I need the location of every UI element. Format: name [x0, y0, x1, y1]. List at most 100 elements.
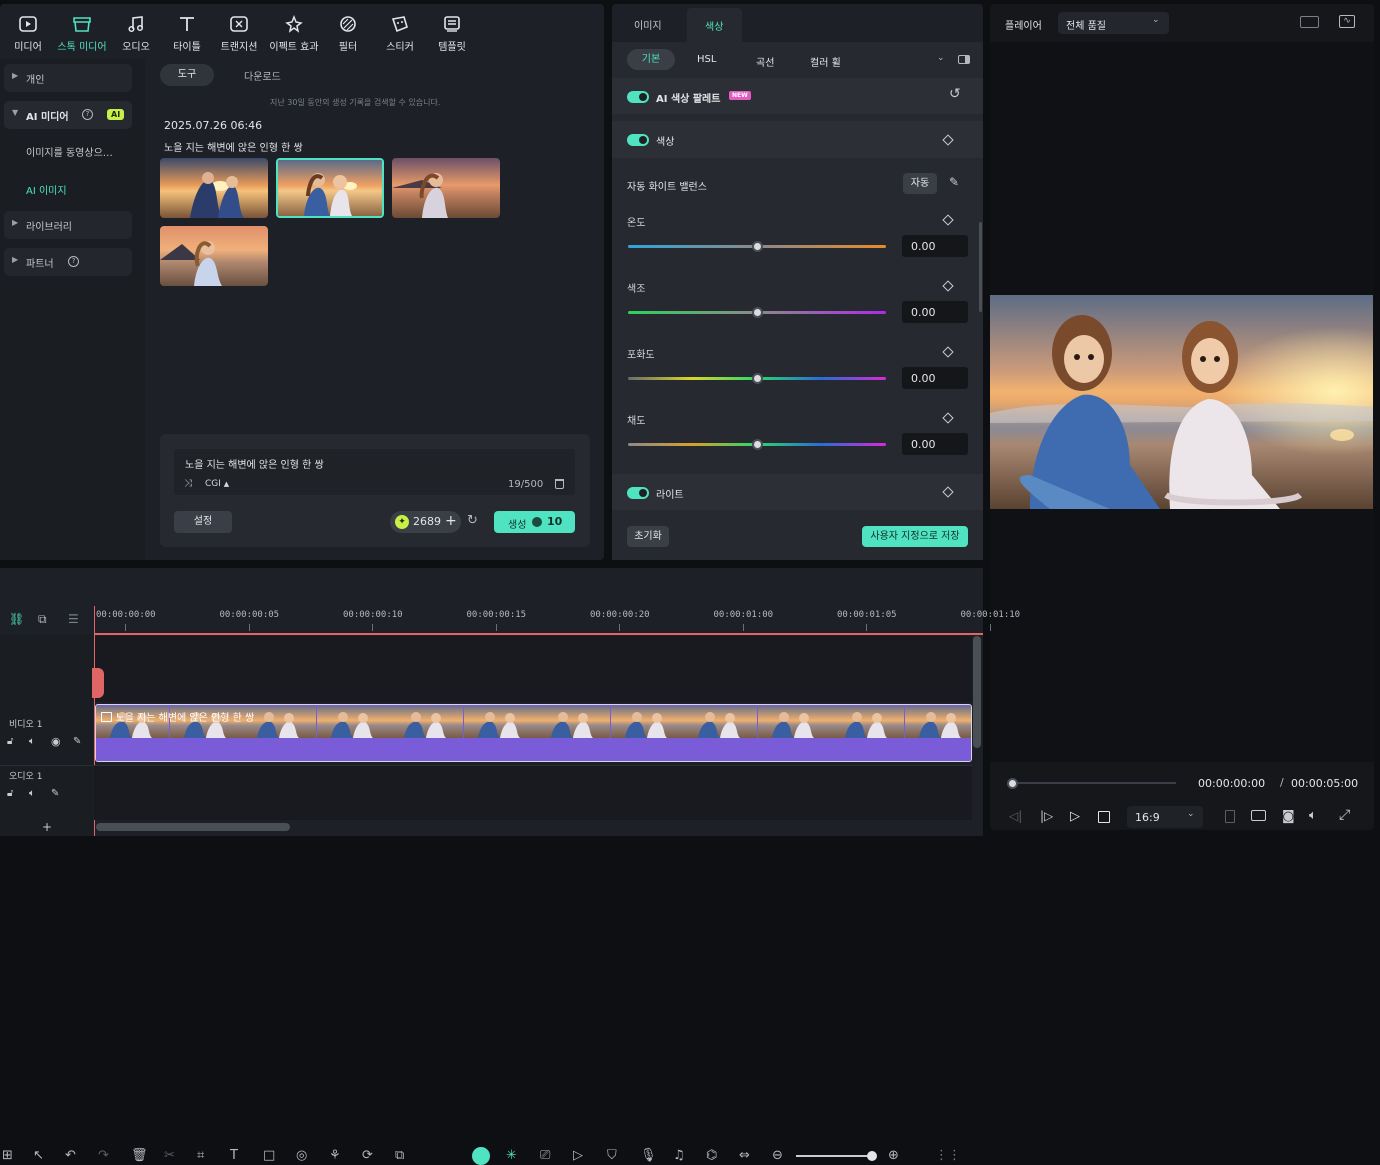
ai-palette-toggle[interactable] — [627, 91, 649, 103]
toolbar-media[interactable]: 미디어 — [2, 4, 54, 58]
settings-button[interactable]: 설정 — [174, 511, 232, 533]
light-toggle[interactable] — [627, 487, 649, 499]
marker-icon[interactable] — [1225, 810, 1235, 823]
tab-image[interactable]: 이미지 — [634, 17, 662, 32]
sidebar-item-partner[interactable]: ▶ 파트너? — [4, 248, 132, 276]
volume-icon[interactable]: 🔈︎ — [1309, 808, 1317, 823]
zoom-track[interactable] — [796, 1155, 876, 1157]
fullscreen-icon[interactable]: ⤢ — [1339, 807, 1350, 823]
auto-wb-button[interactable]: 자동 — [903, 173, 937, 194]
render-icon[interactable]: ▷ — [573, 1148, 583, 1163]
select-arrow-icon[interactable]: ↖ — [33, 1148, 44, 1163]
toolbar-filter[interactable]: 필터 — [322, 4, 374, 58]
adjust-value-input[interactable]: 0.00 — [902, 301, 968, 323]
snapshot-icon[interactable]: ◙ — [1282, 809, 1295, 824]
help-icon[interactable]: ? — [82, 109, 93, 120]
layout-grid-icon[interactable]: ⊞ — [2, 1148, 13, 1163]
sidebar-item-ai-media[interactable]: ▼ AI 미디어 ? AI — [4, 101, 132, 129]
style-selector[interactable]: CGI ▲ — [205, 479, 229, 489]
group-icon[interactable]: ⧉ — [38, 612, 47, 627]
ai-edit-icon[interactable]: ⟳ — [362, 1148, 373, 1163]
adjust-slider-knob[interactable] — [752, 307, 763, 318]
credits-pill[interactable]: ✦ 2689 + — [390, 511, 461, 533]
magic-icon[interactable]: ✎ — [51, 788, 59, 799]
eyedropper-icon[interactable]: ✎ — [949, 175, 959, 189]
shuffle-icon[interactable]: ⤨ — [184, 478, 192, 489]
ai-avatar-icon[interactable] — [472, 1147, 490, 1165]
volume-icon[interactable]: 🔈︎ — [29, 788, 35, 799]
volume-icon[interactable]: 🔈︎ — [29, 736, 35, 747]
player-progress-knob[interactable] — [1007, 778, 1018, 789]
toolbar-sticker[interactable]: 스티커 — [374, 4, 426, 58]
plus-icon[interactable]: + — [445, 513, 457, 529]
subtab-curves[interactable]: 곡선 — [756, 54, 774, 69]
toolbar-audio[interactable]: 오디오 — [110, 4, 162, 58]
color-scrollbar[interactable] — [979, 222, 982, 312]
magic-icon[interactable]: ✎ — [73, 736, 81, 747]
timeline-h-scrollbar[interactable] — [96, 823, 290, 831]
adjust-value-input[interactable]: 0.00 — [902, 235, 968, 257]
adjust-value-input[interactable]: 0.00 — [902, 367, 968, 389]
eye-icon[interactable]: ◉ — [51, 735, 61, 748]
split-icon[interactable]: ✂ — [164, 1148, 175, 1163]
tab-download[interactable]: 다운로드 — [244, 68, 281, 83]
generated-image-3[interactable] — [392, 158, 500, 218]
help-icon[interactable]: ? — [68, 256, 79, 267]
trash-icon[interactable] — [555, 479, 564, 489]
toolbar-transition[interactable]: 트랜지션 — [213, 4, 265, 58]
quality-select[interactable]: 전체 품질 ⌄ — [1058, 12, 1169, 34]
crop-icon[interactable]: ⌗ — [197, 1148, 204, 1163]
speed-icon[interactable]: ◎ — [296, 1148, 307, 1163]
lock-icon[interactable]: 🔓︎ — [7, 736, 13, 747]
sidebar-item-library[interactable]: ▶ 라이브러리 — [4, 211, 132, 239]
refresh-icon[interactable]: ↻ — [467, 513, 478, 528]
toolbar-stock-media[interactable]: 스톡 미디어 — [55, 4, 109, 58]
chevron-down-icon[interactable]: ⌄ — [937, 53, 945, 63]
microphone-icon[interactable]: 🎙︎ — [640, 1148, 657, 1163]
playhead-handle[interactable] — [92, 668, 104, 698]
adjust-slider-knob[interactable] — [752, 439, 763, 450]
generated-image-1[interactable] — [160, 158, 268, 218]
subtab-hsl[interactable]: HSL — [697, 54, 716, 65]
stop-icon[interactable] — [1098, 811, 1110, 823]
player-progress-track[interactable] — [1012, 782, 1176, 784]
sidebar-item-ai-image[interactable]: AI 이미지 — [26, 182, 67, 197]
save-custom-button[interactable]: 사용자 지정으로 저장 — [862, 526, 968, 547]
lock-icon[interactable]: 🔓︎ — [7, 788, 13, 799]
link-icon[interactable]: ⛓ — [9, 612, 24, 626]
sidebar-item-img-to-video[interactable]: 이미지를 동영상으… — [26, 144, 113, 159]
more-grid-icon[interactable]: ⋮⋮ — [935, 1148, 961, 1163]
grid-view-icon[interactable] — [1300, 16, 1319, 28]
shield-icon[interactable]: ⛉ — [607, 1148, 617, 1163]
adjust-slider-knob[interactable] — [752, 241, 763, 252]
generated-image-2-selected[interactable] — [276, 158, 384, 218]
subtab-basic[interactable]: 기본 — [627, 49, 675, 70]
color-match-icon[interactable]: ⚘ — [329, 1148, 341, 1163]
toolbar-title[interactable]: 타이틀 — [161, 4, 213, 58]
ai-tools-icon[interactable]: ⧉ — [395, 1148, 404, 1163]
shape-icon[interactable]: □ — [263, 1148, 275, 1163]
prompt-input[interactable]: 노을 지는 해변에 앉은 인형 한 쌍 — [185, 456, 324, 471]
waveform-icon[interactable]: ∿ — [1339, 15, 1355, 28]
zoom-knob[interactable] — [867, 1151, 877, 1161]
color-toggle[interactable] — [627, 134, 649, 146]
aspect-ratio-select[interactable]: 16:9 ⌄ — [1127, 806, 1203, 828]
record-icon[interactable]: ⎚ — [540, 1148, 550, 1163]
sidebar-item-personal[interactable]: ▶ 개인 — [4, 64, 132, 92]
generated-image-4[interactable] — [160, 226, 268, 286]
prev-frame-icon[interactable]: ◁| — [1009, 809, 1022, 823]
adjust-value-input[interactable]: 0.00 — [902, 433, 968, 455]
reset-button[interactable]: 초기화 — [627, 526, 669, 547]
compare-icon[interactable] — [958, 55, 970, 64]
fit-icon[interactable]: ⇔ — [739, 1148, 750, 1163]
tab-color[interactable]: 색상 — [687, 8, 742, 42]
delete-icon[interactable]: 🗑︎ — [131, 1148, 148, 1163]
add-track-icon[interactable]: + — [42, 820, 52, 834]
audio-effect-icon[interactable]: ⌬ — [706, 1148, 717, 1163]
undo-icon[interactable]: ↶ — [65, 1148, 76, 1163]
subtab-color-wheel[interactable]: 컬러 휠 — [810, 54, 841, 69]
toolbar-template[interactable]: 템플릿 — [426, 4, 478, 58]
music-icon[interactable]: ♫ — [673, 1148, 685, 1163]
zoom-in-icon[interactable]: ⊕ — [888, 1148, 899, 1163]
tab-tools[interactable]: 도구 — [160, 64, 214, 86]
